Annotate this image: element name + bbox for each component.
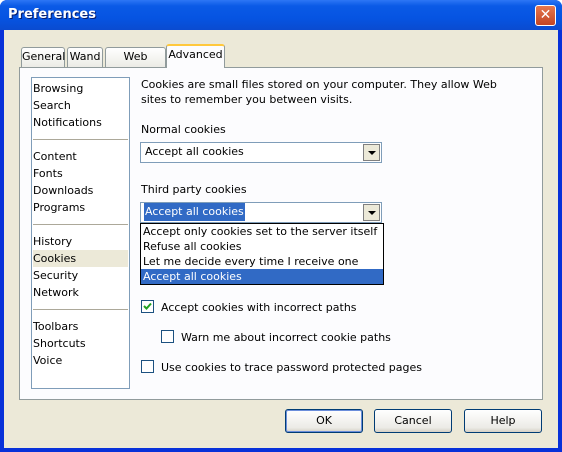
ok-button[interactable]: OK <box>285 409 363 433</box>
divider <box>33 224 128 225</box>
third-party-dropdown-list[interactable]: Accept only cookies set to the server it… <box>140 223 384 285</box>
cookies-description: Cookies are small files stored on your c… <box>141 78 497 106</box>
third-party-cookies-value: Accept all cookies <box>144 203 245 221</box>
sidebar-item-shortcuts[interactable]: Shortcuts <box>33 335 128 352</box>
close-button[interactable]: ✕ <box>535 5 556 26</box>
normal-cookies-value: Accept all cookies <box>145 145 244 158</box>
third-party-cookies-select[interactable]: Accept all cookies <box>140 202 382 223</box>
sidebar-item-programs[interactable]: Programs <box>33 199 128 216</box>
warn-incorrect-paths-label[interactable]: Warn me about incorrect cookie paths <box>181 330 391 345</box>
sidebar-item-security[interactable]: Security <box>33 267 128 284</box>
trace-password-pages-checkbox[interactable] <box>141 360 154 373</box>
chevron-down-icon[interactable] <box>363 204 380 221</box>
sidebar-item-notifications[interactable]: Notifications <box>33 114 128 131</box>
title-bar[interactable]: Preferences ✕ <box>0 0 562 30</box>
sidebar-item-downloads[interactable]: Downloads <box>33 182 128 199</box>
dropdown-option[interactable]: Refuse all cookies <box>141 239 383 254</box>
help-button[interactable]: Help <box>464 409 542 433</box>
sidebar-item-voice[interactable]: Voice <box>33 352 128 369</box>
third-party-cookies-label: Third party cookies <box>141 183 247 196</box>
category-list[interactable]: Browsing Search Notifications Content Fo… <box>31 77 130 389</box>
checkmark-icon <box>143 302 152 310</box>
divider <box>33 309 128 310</box>
preferences-window: Preferences ✕ General Wand Web pages Adv… <box>0 0 562 452</box>
trace-password-pages-label[interactable]: Use cookies to trace password protected … <box>161 360 422 375</box>
tab-advanced[interactable]: Advanced <box>166 44 225 68</box>
accept-incorrect-paths-label[interactable]: Accept cookies with incorrect paths <box>161 300 357 315</box>
dropdown-option[interactable]: Let me decide every time I receive one <box>141 254 383 269</box>
sidebar-item-cookies[interactable]: Cookies <box>33 250 128 267</box>
tab-web-pages[interactable]: Web pages <box>105 47 166 81</box>
sidebar-item-toolbars[interactable]: Toolbars <box>33 318 128 335</box>
tab-wand[interactable]: Wand <box>67 47 103 67</box>
window-title: Preferences <box>8 7 96 22</box>
sidebar-item-browsing[interactable]: Browsing <box>33 80 128 97</box>
close-icon: ✕ <box>539 7 552 23</box>
divider <box>33 139 128 140</box>
normal-cookies-label: Normal cookies <box>141 123 226 136</box>
cancel-button[interactable]: Cancel <box>374 409 452 433</box>
sidebar-item-fonts[interactable]: Fonts <box>33 165 128 182</box>
normal-cookies-select[interactable]: Accept all cookies <box>140 142 382 163</box>
dropdown-option-selected[interactable]: Accept all cookies <box>141 269 383 284</box>
sidebar-item-network[interactable]: Network <box>33 284 128 301</box>
chevron-down-icon[interactable] <box>363 144 380 161</box>
accept-incorrect-paths-checkbox[interactable] <box>141 300 154 313</box>
tab-general[interactable]: General <box>21 47 65 67</box>
dialog-body: General Wand Web pages Advanced Browsing… <box>4 30 558 448</box>
dropdown-option[interactable]: Accept only cookies set to the server it… <box>141 224 383 239</box>
advanced-panel: Browsing Search Notifications Content Fo… <box>19 67 543 400</box>
warn-incorrect-paths-checkbox[interactable] <box>161 330 174 343</box>
sidebar-item-search[interactable]: Search <box>33 97 128 114</box>
sidebar-item-content[interactable]: Content <box>33 148 128 165</box>
sidebar-item-history[interactable]: History <box>33 233 128 250</box>
